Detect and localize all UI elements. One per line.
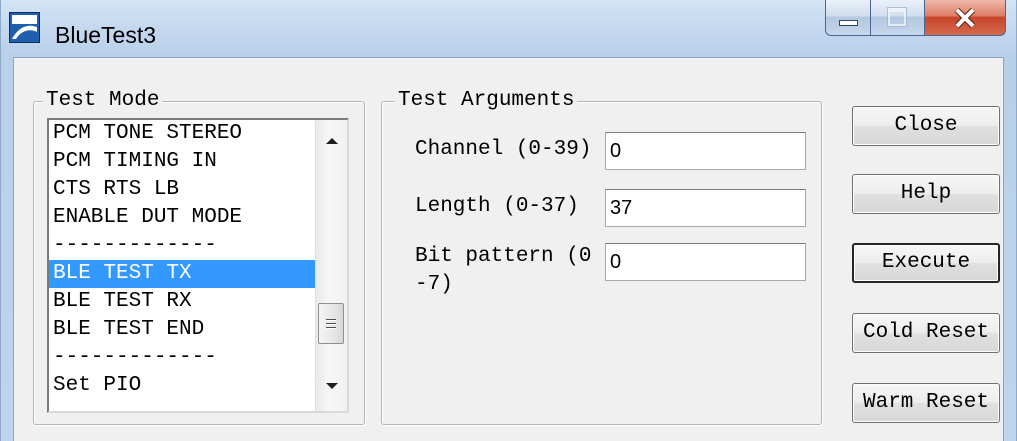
test-mode-legend: Test Mode — [43, 89, 163, 113]
channel-label: Channel (0-39) — [415, 138, 592, 161]
warm-reset-button[interactable]: Warm Reset — [852, 383, 1000, 423]
list-item[interactable]: PCM TONE STEREO — [49, 120, 315, 148]
list-separator[interactable]: ------------- — [49, 344, 315, 372]
list-scrollbar[interactable] — [315, 120, 347, 411]
help-button[interactable]: Help — [852, 174, 1000, 214]
scroll-down-icon — [326, 383, 338, 389]
list-item[interactable]: CTS RTS LB — [49, 176, 315, 204]
minimize-button[interactable] — [825, 0, 871, 36]
list-item[interactable]: BLE TEST RX — [49, 288, 315, 316]
app-icon[interactable] — [9, 12, 40, 43]
maximize-icon — [888, 8, 906, 26]
test-mode-listbox[interactable]: PCM TONE STEREO PCM TIMING IN CTS RTS LB… — [47, 118, 349, 413]
list-separator[interactable]: ------------- — [49, 232, 315, 260]
bit-pattern-label: Bit pattern (0 -7) — [415, 245, 592, 296]
length-label: Length (0-37) — [415, 195, 579, 218]
scroll-up-button[interactable] — [316, 120, 347, 154]
grip-icon — [326, 319, 336, 330]
test-mode-group: Test Mode PCM TONE STEREO PCM TIMING IN … — [33, 89, 365, 425]
length-input[interactable] — [605, 189, 806, 227]
scroll-down-button[interactable] — [316, 377, 347, 411]
scroll-up-icon — [326, 138, 338, 144]
dialog-client-area: Test Mode PCM TONE STEREO PCM TIMING IN … — [13, 57, 1004, 441]
list-item[interactable]: BLE TEST TX — [49, 260, 315, 288]
maximize-button[interactable] — [871, 0, 925, 36]
test-arguments-legend: Test Arguments — [395, 89, 578, 113]
channel-input[interactable] — [605, 132, 806, 170]
scroll-thumb[interactable] — [318, 303, 344, 345]
window-left-edge — [0, 0, 1, 441]
execute-button[interactable]: Execute — [852, 243, 1000, 283]
list-item[interactable]: PCM TIMING IN — [49, 148, 315, 176]
bit-pattern-input[interactable] — [605, 243, 806, 281]
close-button[interactable]: Close — [852, 106, 1000, 146]
list-item[interactable]: BLE TEST END — [49, 316, 315, 344]
window-title: BlueTest3 — [55, 22, 157, 48]
test-arguments-group: Test Arguments Channel (0-39) Length (0-… — [381, 89, 822, 425]
bluetest-window: BlueTest3 Test Mode PCM TONE STEREO PCM … — [0, 0, 1017, 441]
list-item[interactable]: ENABLE DUT MODE — [49, 204, 315, 232]
close-window-button[interactable] — [925, 0, 1006, 36]
cold-reset-button[interactable]: Cold Reset — [852, 313, 1000, 353]
window-controls — [825, 0, 1006, 36]
test-mode-items: PCM TONE STEREO PCM TIMING IN CTS RTS LB… — [49, 120, 315, 400]
minimize-icon — [839, 20, 858, 26]
list-item[interactable]: Set PIO — [49, 372, 315, 400]
close-icon — [954, 7, 976, 29]
